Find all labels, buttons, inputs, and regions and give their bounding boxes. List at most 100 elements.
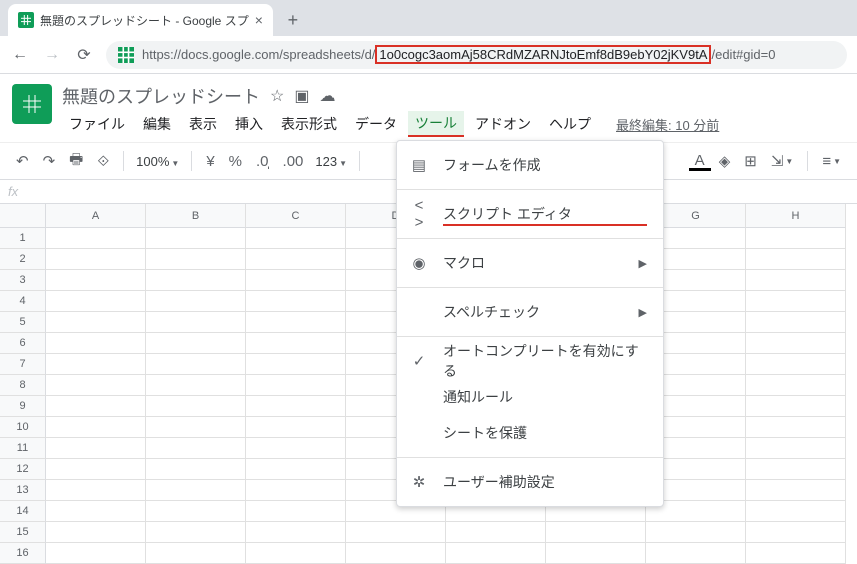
- cell-F16[interactable]: [546, 543, 646, 564]
- back-icon[interactable]: ←: [10, 46, 30, 64]
- url-input[interactable]: https://docs.google.com/spreadsheets/d/1…: [106, 41, 847, 69]
- cell-B7[interactable]: [146, 354, 246, 375]
- menu-item-マクロ[interactable]: ◉マクロ▶: [397, 245, 663, 281]
- cell-C14[interactable]: [246, 501, 346, 522]
- row-header-12[interactable]: 12: [0, 459, 46, 480]
- menu-item-ユーザー補助設定[interactable]: ✲ユーザー補助設定: [397, 464, 663, 500]
- last-edit[interactable]: 最終編集: 10 分前: [616, 115, 719, 134]
- cell-B9[interactable]: [146, 396, 246, 417]
- paint-format-icon[interactable]: ⟐: [91, 149, 115, 174]
- menu-item-スクリプト エディタ[interactable]: < >スクリプト エディタ: [397, 196, 663, 232]
- cell-C7[interactable]: [246, 354, 346, 375]
- cell-H1[interactable]: [746, 228, 846, 249]
- row-header-8[interactable]: 8: [0, 375, 46, 396]
- cell-A12[interactable]: [46, 459, 146, 480]
- cell-B10[interactable]: [146, 417, 246, 438]
- row-header-14[interactable]: 14: [0, 501, 46, 522]
- cell-B15[interactable]: [146, 522, 246, 543]
- cell-G15[interactable]: [646, 522, 746, 543]
- cell-H2[interactable]: [746, 249, 846, 270]
- merge-icon[interactable]: ⇲▼: [765, 148, 800, 174]
- menu-表示形式[interactable]: 表示形式: [274, 112, 344, 136]
- decrease-decimal-icon[interactable]: .0̩: [250, 149, 275, 174]
- menu-アドオン[interactable]: アドオン: [468, 112, 538, 136]
- cell-B4[interactable]: [146, 291, 246, 312]
- col-header-C[interactable]: C: [246, 204, 346, 228]
- redo-icon[interactable]: ↷: [37, 148, 62, 174]
- menu-item-スペルチェック[interactable]: スペルチェック▶: [397, 294, 663, 330]
- menu-item-通知ルール[interactable]: 通知ルール: [397, 379, 663, 415]
- borders-icon[interactable]: ⊞: [738, 148, 763, 174]
- cell-A13[interactable]: [46, 480, 146, 501]
- cell-D15[interactable]: [346, 522, 446, 543]
- cell-F15[interactable]: [546, 522, 646, 543]
- cell-A5[interactable]: [46, 312, 146, 333]
- cell-B11[interactable]: [146, 438, 246, 459]
- cell-H4[interactable]: [746, 291, 846, 312]
- reload-icon[interactable]: ⟳: [74, 45, 94, 65]
- menu-データ[interactable]: データ: [348, 112, 404, 136]
- number-format-select[interactable]: 123▼: [311, 154, 351, 169]
- cell-B3[interactable]: [146, 270, 246, 291]
- cell-C3[interactable]: [246, 270, 346, 291]
- cell-A4[interactable]: [46, 291, 146, 312]
- col-header-A[interactable]: A: [46, 204, 146, 228]
- cell-B16[interactable]: [146, 543, 246, 564]
- new-tab-button[interactable]: +: [279, 6, 307, 34]
- row-header-9[interactable]: 9: [0, 396, 46, 417]
- cell-B1[interactable]: [146, 228, 246, 249]
- cell-A15[interactable]: [46, 522, 146, 543]
- cell-C15[interactable]: [246, 522, 346, 543]
- cell-C13[interactable]: [246, 480, 346, 501]
- cell-A16[interactable]: [46, 543, 146, 564]
- move-icon[interactable]: ▣: [294, 86, 309, 106]
- cell-H14[interactable]: [746, 501, 846, 522]
- cell-A2[interactable]: [46, 249, 146, 270]
- cell-C8[interactable]: [246, 375, 346, 396]
- cell-A14[interactable]: [46, 501, 146, 522]
- row-header-15[interactable]: 15: [0, 522, 46, 543]
- cell-A9[interactable]: [46, 396, 146, 417]
- text-color-icon[interactable]: A: [689, 151, 711, 171]
- cell-B6[interactable]: [146, 333, 246, 354]
- undo-icon[interactable]: ↶: [10, 148, 35, 174]
- menu-ヘルプ[interactable]: ヘルプ: [542, 112, 598, 136]
- star-icon[interactable]: ☆: [270, 86, 284, 106]
- cell-H16[interactable]: [746, 543, 846, 564]
- cell-B8[interactable]: [146, 375, 246, 396]
- cell-D16[interactable]: [346, 543, 446, 564]
- cell-A1[interactable]: [46, 228, 146, 249]
- cell-H3[interactable]: [746, 270, 846, 291]
- cell-B12[interactable]: [146, 459, 246, 480]
- cell-C16[interactable]: [246, 543, 346, 564]
- select-all-corner[interactable]: [0, 204, 46, 228]
- cell-H7[interactable]: [746, 354, 846, 375]
- cell-H8[interactable]: [746, 375, 846, 396]
- cell-C11[interactable]: [246, 438, 346, 459]
- fill-color-icon[interactable]: ◈: [713, 148, 737, 174]
- row-header-1[interactable]: 1: [0, 228, 46, 249]
- doc-title[interactable]: 無題のスプレッドシート: [62, 83, 260, 109]
- menu-item-シートを保護[interactable]: シートを保護: [397, 415, 663, 451]
- forward-icon[interactable]: →: [42, 46, 62, 64]
- cell-A11[interactable]: [46, 438, 146, 459]
- cell-H9[interactable]: [746, 396, 846, 417]
- row-header-13[interactable]: 13: [0, 480, 46, 501]
- cell-H12[interactable]: [746, 459, 846, 480]
- cell-A8[interactable]: [46, 375, 146, 396]
- currency-icon[interactable]: ¥: [200, 149, 220, 174]
- cell-B14[interactable]: [146, 501, 246, 522]
- browser-tab[interactable]: 無題のスプレッドシート - Google スプ ×: [8, 4, 273, 36]
- row-header-10[interactable]: 10: [0, 417, 46, 438]
- increase-decimal-icon[interactable]: .00: [277, 149, 310, 174]
- cloud-icon[interactable]: ☁: [319, 86, 335, 106]
- cell-B13[interactable]: [146, 480, 246, 501]
- print-icon[interactable]: 🖶: [63, 145, 89, 178]
- menu-表示[interactable]: 表示: [182, 112, 224, 136]
- cell-C9[interactable]: [246, 396, 346, 417]
- cell-H5[interactable]: [746, 312, 846, 333]
- menu-item-フォームを作成[interactable]: ▤フォームを作成: [397, 147, 663, 183]
- row-header-5[interactable]: 5: [0, 312, 46, 333]
- cell-H11[interactable]: [746, 438, 846, 459]
- menu-ファイル[interactable]: ファイル: [62, 112, 132, 136]
